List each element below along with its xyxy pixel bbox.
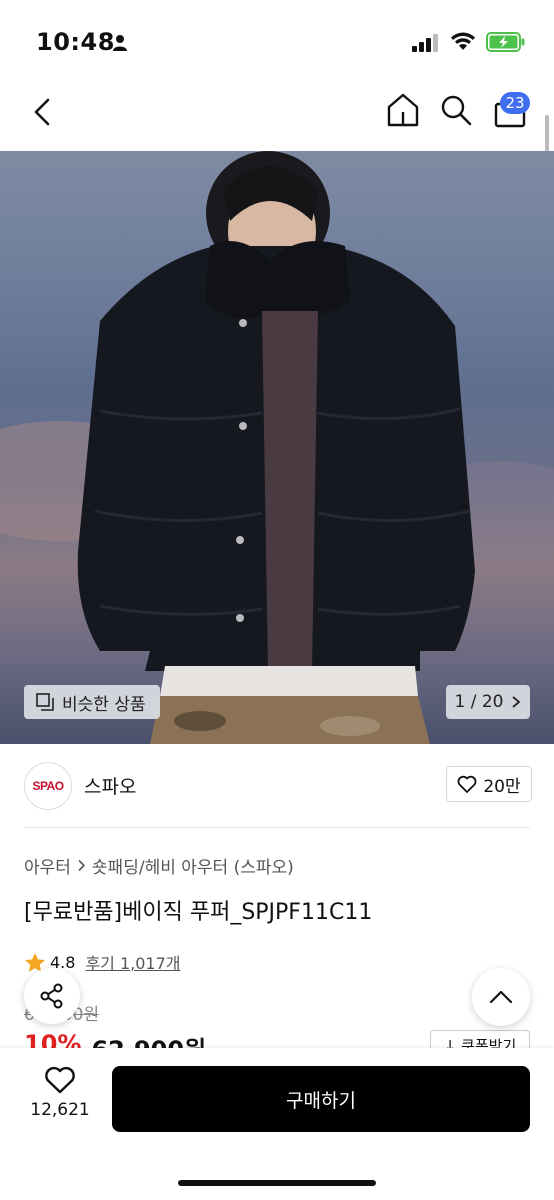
sale-price-row: 10% 62,900원 (24, 1030, 206, 1048)
similar-products-button[interactable]: 비슷한 상품 (24, 685, 160, 719)
brand-logo[interactable]: SPAO (24, 762, 72, 810)
discount-rate: 10% (24, 1030, 82, 1048)
image-counter-text: 1 / 20 (454, 692, 504, 712)
cellular-signal-icon (412, 34, 438, 52)
share-button[interactable] (24, 968, 80, 1024)
chevron-right-icon (78, 859, 86, 872)
wishlist-count: 12,621 (30, 1100, 90, 1120)
status-bar: 10:48 (0, 0, 554, 80)
product-title: [무료반품]베이직 푸퍼_SPJPF11C11 (24, 900, 373, 925)
back-arrow-icon[interactable] (28, 96, 60, 128)
heart-icon (45, 1066, 75, 1094)
home-indicator[interactable] (178, 1180, 376, 1186)
buy-button[interactable]: 구매하기 (112, 1066, 530, 1132)
breadcrumb-item[interactable]: 아우터 (24, 853, 71, 878)
battery-charging-icon (486, 32, 525, 52)
chevron-up-icon (489, 990, 513, 1004)
chevron-right-icon (512, 696, 521, 708)
sale-price: 62,900원 (91, 1030, 206, 1048)
brand-like-button[interactable]: 20만 (446, 766, 532, 802)
home-icon[interactable] (386, 92, 420, 128)
heart-icon (457, 775, 477, 793)
share-icon (40, 983, 63, 1009)
similar-items-icon (36, 693, 54, 711)
search-icon[interactable] (440, 94, 472, 126)
scroll-to-top-button[interactable] (472, 968, 530, 1026)
image-counter-button[interactable]: 1 / 20 (446, 685, 530, 719)
person-icon (113, 35, 127, 51)
product-image[interactable] (0, 151, 554, 744)
product-photo-illustration (0, 151, 554, 744)
review-link[interactable]: 후기 1,017개 (85, 950, 180, 974)
top-nav: 23 (0, 80, 554, 150)
breadcrumb: 아우터 숏패딩/헤비 아우터 (스파오) (24, 853, 294, 878)
breadcrumb-item[interactable]: 숏패딩/헤비 아우터 (스파오) (92, 853, 294, 878)
divider (24, 827, 530, 828)
wishlist-button[interactable]: 12,621 (24, 1066, 96, 1120)
similar-products-label: 비슷한 상품 (62, 694, 146, 715)
wifi-icon (451, 32, 475, 50)
coupon-button[interactable]: ↓ 쿠폰받기 (430, 1030, 530, 1048)
cart-count-badge: 23 (500, 92, 530, 114)
brand-name[interactable]: 스파오 (84, 772, 136, 799)
status-time: 10:48 (36, 28, 115, 56)
brand-like-count: 20만 (483, 776, 521, 797)
brand-logo-text: SPAO (32, 779, 64, 793)
bottom-action-bar: 12,621 구매하기 (0, 1048, 554, 1200)
